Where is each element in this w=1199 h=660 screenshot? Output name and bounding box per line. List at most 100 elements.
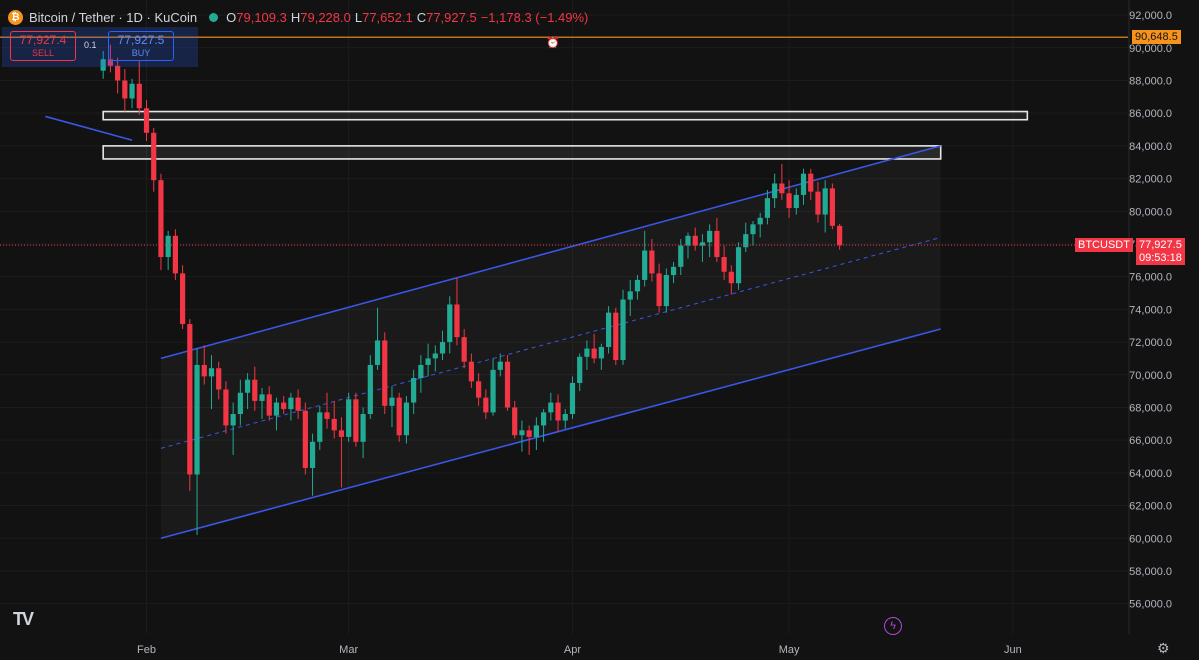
y-tick-label: 64,000.0 [1129,468,1172,480]
candle-body [425,358,431,365]
candle-body [786,193,792,208]
x-tick-label: Jun [1004,644,1022,656]
candle-body [808,173,814,192]
resistance-zone [102,145,942,160]
candle-body [772,183,778,199]
candle-body [382,340,388,406]
candle-body [822,188,828,215]
y-tick-label: 66,000.0 [1129,435,1172,447]
candle-body [569,382,576,414]
candle-body [490,369,496,413]
symbol-tag: BTCUSDT [1075,238,1133,253]
candle-body [136,83,142,109]
candle-body [396,397,402,436]
countdown-tag: 09:53:18 [1136,251,1185,266]
candle-body [577,356,583,383]
candle-body [338,430,345,437]
x-tick-label: Mar [339,644,358,656]
candle-body [302,410,308,468]
candle-body [143,108,150,133]
gear-icon[interactable]: ⚙ [1157,640,1170,657]
candle-body [627,291,633,300]
candle-body [194,364,200,475]
y-tick-label: 74,000.0 [1129,304,1172,316]
tradingview-logo-icon[interactable]: TV [13,609,34,630]
candle-body [187,324,193,475]
y-tick-label: 80,000.0 [1129,206,1172,218]
candle-body [678,245,684,267]
candle-body [656,273,662,307]
x-tick-label: Apr [564,644,581,656]
y-tick-label: 76,000.0 [1129,272,1172,284]
y-tick-label: 72,000.0 [1129,337,1172,349]
y-tick-label: 68,000.0 [1129,402,1172,414]
candle-body [411,378,417,403]
candle-body [779,183,785,194]
market-status-icon [209,12,219,22]
y-tick-label: 86,000.0 [1129,108,1172,120]
candle-body [468,361,474,382]
low-value: 77,652.1 [362,9,413,25]
symbol-header[interactable]: ₿ Bitcoin / Tether · 1D · KuCoin O79,109… [8,7,588,27]
candle-body [829,188,835,226]
candle-body [237,392,243,414]
symbol-title[interactable]: Bitcoin / Tether · 1D · KuCoin [29,10,197,25]
open-value: 79,109.3 [236,9,287,25]
buy-button[interactable]: 77,927.5 BUY [108,31,174,61]
alarm-icon[interactable]: ⏰ [546,36,560,49]
candle-body [201,364,207,377]
candle-body [815,191,821,215]
y-tick-label: 88,000.0 [1129,75,1172,87]
candle-body [230,414,236,426]
candle-body [129,83,135,99]
candle-body [223,389,229,426]
candle-body [295,397,301,411]
candle-body [685,235,691,246]
candle-body [721,257,727,272]
y-tick-label: 92,000.0 [1129,10,1172,22]
candle-body [403,402,410,436]
candle-body [317,412,323,442]
candle-body [476,381,482,398]
candle-body [728,271,734,284]
resistance-zone [102,110,1029,121]
candle-body [757,217,763,225]
candle-body [555,402,561,421]
y-tick-label: 84,000.0 [1129,141,1172,153]
change-value: −1,178.3 (−1.49%) [480,9,589,25]
candle-body [620,299,626,361]
candle-body [360,414,366,442]
x-tick-label: May [779,644,800,656]
lightning-icon[interactable]: ϟ [884,617,902,635]
candle-body [562,414,568,421]
sell-button[interactable]: 77,927.4 SELL [10,31,76,61]
candle-body [670,266,677,276]
candle-body [454,304,460,338]
candle-body [122,80,128,99]
price-chart[interactable]: 56,000.0 58,000.0 60,000.0 62,000.0 64,000.0… [0,0,1199,660]
candle-body [634,279,641,292]
candle-body [324,412,330,419]
candle-body [172,235,178,274]
candle-body [353,399,359,442]
candle-body [281,402,287,410]
candle-body [180,273,186,325]
candle-body [584,348,590,357]
candle-body [526,430,532,437]
candle-body [367,364,373,414]
candle-body [374,340,381,365]
candle-body [837,225,843,246]
candle-body [461,337,467,362]
candle-body [432,353,438,359]
y-tick-label: 90,000.0 [1129,43,1172,55]
last-price-tag: 77,927.5 [1136,238,1185,253]
candle-body [541,412,547,426]
candle-body [512,407,518,436]
candle-body [800,173,807,195]
candle-body [216,368,222,390]
candle-body [309,441,316,468]
candle-body [504,361,511,408]
candle-body [793,194,799,208]
candle-body [519,430,525,436]
candle-body [288,397,294,410]
